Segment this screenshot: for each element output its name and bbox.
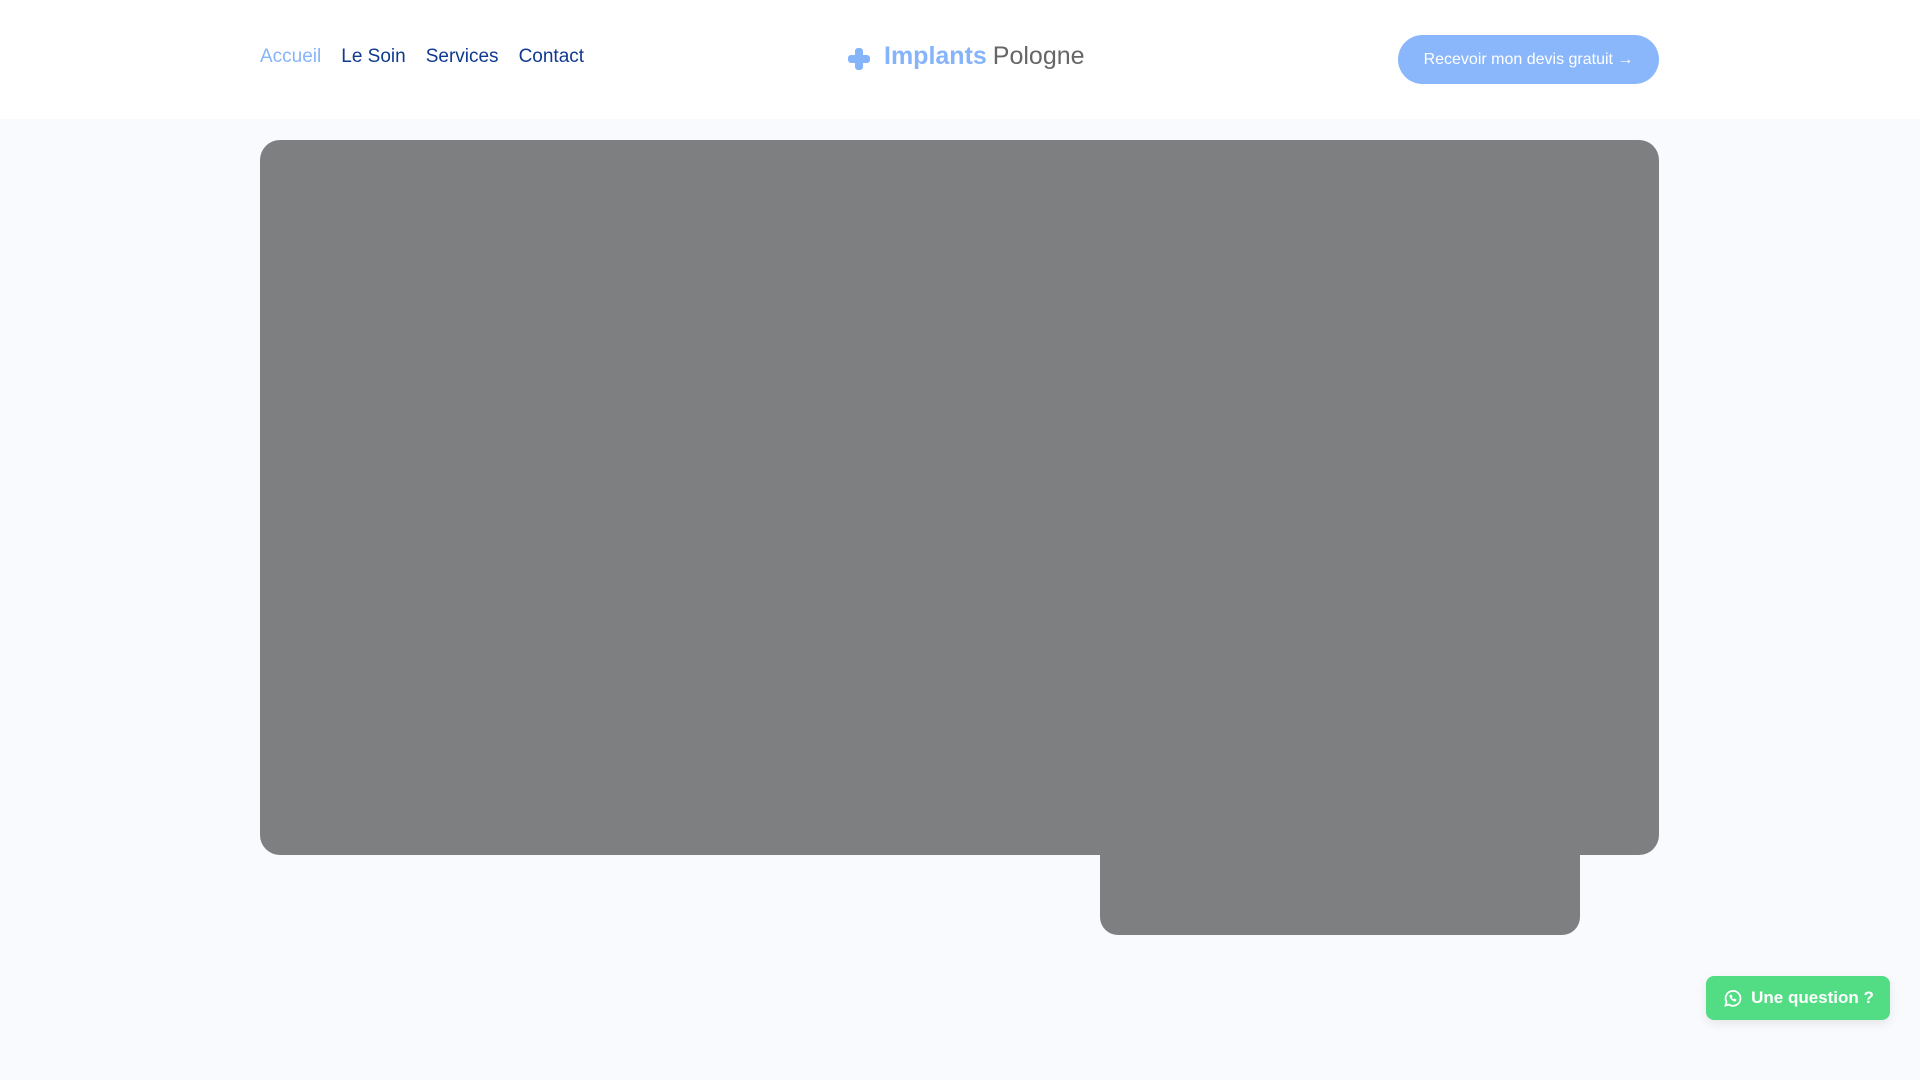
site-header: Accueil Le Soin Services Contact Implant… xyxy=(0,0,1920,119)
hero-media-placeholder xyxy=(260,140,1659,855)
free-quote-button[interactable]: Recevoir mon devis gratuit → xyxy=(1398,35,1659,84)
logo-bold: Implants xyxy=(884,42,987,70)
nav-le-soin[interactable]: Le Soin xyxy=(341,46,405,68)
logo-rest: Pologne xyxy=(992,42,1085,70)
nav-contact[interactable]: Contact xyxy=(519,46,584,68)
plus-icon xyxy=(848,47,870,70)
whatsapp-button[interactable]: Une question ? xyxy=(1706,976,1890,1020)
nav-accueil[interactable]: Accueil xyxy=(260,46,321,68)
whatsapp-icon xyxy=(1724,989,1742,1007)
whatsapp-label: Une question ? xyxy=(1751,988,1874,1007)
hero-media-tab xyxy=(1100,840,1580,935)
nav-services[interactable]: Services xyxy=(426,46,499,68)
site-logo[interactable]: Implants Pologne xyxy=(848,42,1085,71)
main-nav: Accueil Le Soin Services Contact xyxy=(260,46,584,68)
